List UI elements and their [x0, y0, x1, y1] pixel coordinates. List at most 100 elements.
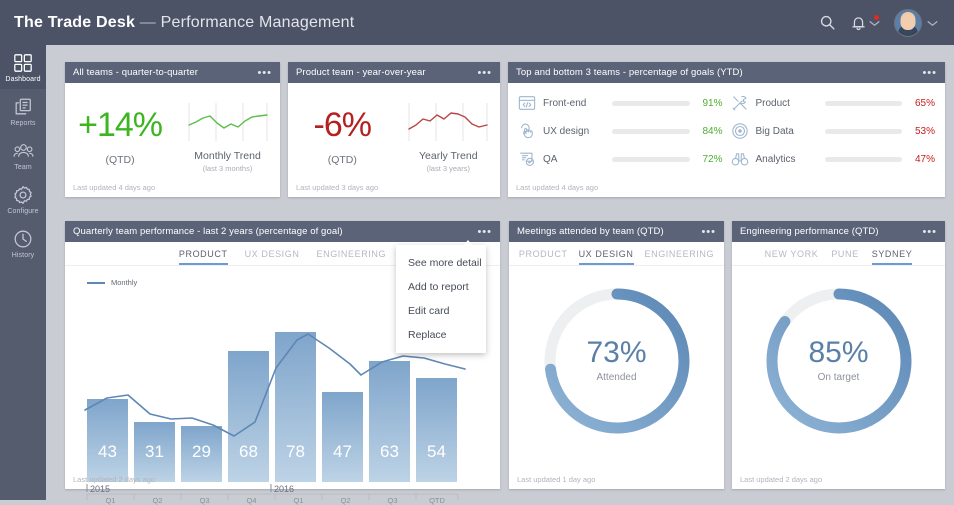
- tab-engineering[interactable]: ENGINEERING: [645, 249, 715, 265]
- monthly-trend-sparkline: [185, 101, 271, 143]
- avatar[interactable]: [894, 9, 922, 37]
- card-menu-button[interactable]: •••: [922, 69, 937, 77]
- bar: [369, 361, 410, 482]
- goal-progress-track: [825, 101, 903, 106]
- goals-column-bottom: Product 65% Big Data 53%: [731, 90, 936, 183]
- hand-cursor-icon: [518, 122, 536, 140]
- goal-row: Product 65%: [731, 94, 936, 112]
- bar-value: 54: [427, 442, 446, 461]
- goal-row: Big Data 53%: [731, 122, 936, 140]
- sidebar-item-dashboard[interactable]: Dashboard: [0, 45, 46, 89]
- bar-value: 68: [239, 442, 258, 461]
- goal-row: UX design 84%: [518, 122, 723, 140]
- app-title: The Trade Desk — Performance Management: [14, 14, 354, 32]
- sidebar-item-reports[interactable]: Reports: [0, 89, 46, 133]
- goal-row: QA 72%: [518, 150, 723, 168]
- card-menu-button[interactable]: •••: [477, 69, 492, 77]
- card-product-team: Product team - year-over-year ••• -6% (Q…: [288, 62, 500, 197]
- card-body: +14% (QTD) Monthly Trend (last 3 months): [65, 83, 280, 183]
- grid-icon: [13, 53, 33, 73]
- donut-wrap: 73% Attended: [509, 270, 724, 475]
- goal-row: Analytics 47%: [731, 150, 936, 168]
- top-bar: The Trade Desk — Performance Management: [0, 0, 954, 45]
- axis-label: QTD: [416, 496, 458, 505]
- goal-name: Front-end: [543, 98, 605, 109]
- binoculars-icon: [731, 150, 749, 168]
- bar-value: 78: [286, 442, 305, 461]
- bar: [228, 351, 269, 482]
- search-icon[interactable]: [819, 14, 836, 31]
- card-footer: Last updated 2 days ago: [732, 475, 945, 489]
- axis-label: Q2: [134, 496, 181, 505]
- bar-value: 47: [333, 442, 352, 461]
- card-header: Meetings attended by team (QTD) •••: [509, 221, 724, 242]
- donut-sublabel: Attended: [586, 372, 646, 383]
- yearly-trend-sparkline: [405, 101, 491, 143]
- target-icon: [731, 122, 749, 140]
- tab-engineering[interactable]: ENGINEERING: [317, 249, 387, 265]
- goal-value: 47%: [909, 154, 935, 165]
- donut-sublabel: On target: [808, 372, 868, 383]
- menu-item-add-to-report[interactable]: Add to report: [396, 275, 486, 299]
- sidebar-item-configure[interactable]: Configure: [0, 177, 46, 221]
- card-footer: Last updated 4 days ago: [65, 183, 280, 197]
- card-footer: Last updated 2 days ago: [65, 475, 500, 489]
- goals-column-top: Front-end 91% UX design 84%: [518, 90, 723, 183]
- sidebar-item-label: Reports: [10, 120, 35, 127]
- menu-item-see-more-detail[interactable]: See more detail: [396, 251, 486, 275]
- tab-pune[interactable]: PUNE: [831, 249, 858, 265]
- kpi-caption: (QTD): [105, 154, 134, 166]
- sparkline-block: Monthly Trend (last 3 months): [175, 91, 280, 183]
- tab-ux-design[interactable]: UX DESIGN: [245, 249, 300, 265]
- card-meetings-attended: Meetings attended by team (QTD) ••• PROD…: [509, 221, 724, 489]
- goal-progress-track: [612, 129, 690, 134]
- tab-ux-design[interactable]: UX DESIGN: [579, 249, 634, 265]
- brand-dash: —: [140, 14, 156, 31]
- card-footer: Last updated 1 day ago: [509, 475, 724, 489]
- card-header: Quarterly team performance - last 2 year…: [65, 221, 500, 242]
- goal-value: 84%: [697, 126, 723, 137]
- card-engineering-performance: Engineering performance (QTD) ••• NEW YO…: [732, 221, 945, 489]
- user-menu[interactable]: [894, 9, 938, 37]
- sidebar-item-team[interactable]: Team: [0, 133, 46, 177]
- gear-icon: [13, 185, 33, 205]
- tab-product[interactable]: PRODUCT: [519, 249, 568, 265]
- menu-item-edit-card[interactable]: Edit card: [396, 299, 486, 323]
- axis-label: Q1: [87, 496, 134, 505]
- card-body: -6% (QTD) Yearly Trend (last 3 years): [288, 83, 500, 183]
- card-body: NEW YORK PUNE SYDNEY 85% On target: [732, 242, 945, 475]
- sidebar: Dashboard Reports Team: [0, 45, 46, 500]
- kpi-value: -6%: [314, 108, 371, 142]
- goal-value: 53%: [909, 126, 935, 137]
- sidebar-item-history[interactable]: History: [0, 221, 46, 265]
- sidebar-item-label: Team: [14, 164, 32, 171]
- goal-name: QA: [543, 154, 605, 165]
- goal-name: Analytics: [756, 154, 818, 165]
- brand-subtitle: Performance Management: [161, 14, 355, 31]
- axis-label: Q4: [228, 496, 275, 505]
- notifications-button[interactable]: [850, 14, 880, 32]
- top-bar-actions: [819, 9, 938, 37]
- donut-chart: 73% Attended: [509, 270, 724, 475]
- donut-center: 73% Attended: [586, 338, 646, 383]
- card-all-teams: All teams - quarter-to-quarter ••• +14% …: [65, 62, 280, 197]
- menu-item-replace[interactable]: Replace: [396, 323, 486, 347]
- documents-icon: [13, 97, 33, 117]
- sparkline-block: Yearly Trend (last 3 years): [397, 91, 500, 183]
- chevron-down-icon[interactable]: [927, 14, 938, 32]
- trend-sublabel: (last 3 months): [203, 164, 253, 173]
- checklist-icon: [518, 150, 536, 168]
- goal-progress-track: [612, 101, 690, 106]
- bell-icon[interactable]: [850, 14, 867, 32]
- card-menu-button[interactable]: •••: [257, 69, 272, 77]
- tab-sydney[interactable]: SYDNEY: [872, 249, 913, 265]
- card-footer: Last updated 3 days ago: [288, 183, 500, 197]
- tab-product[interactable]: PRODUCT: [179, 249, 228, 265]
- bar-value: 63: [380, 442, 399, 461]
- card-menu-button[interactable]: •••: [477, 228, 492, 236]
- tab-new-york[interactable]: NEW YORK: [765, 249, 819, 265]
- card-menu-button[interactable]: •••: [701, 228, 716, 236]
- card-body: PRODUCT UX DESIGN ENGINEERING 73% Atten: [509, 242, 724, 475]
- goal-value: 65%: [909, 98, 935, 109]
- card-menu-button[interactable]: •••: [922, 228, 937, 236]
